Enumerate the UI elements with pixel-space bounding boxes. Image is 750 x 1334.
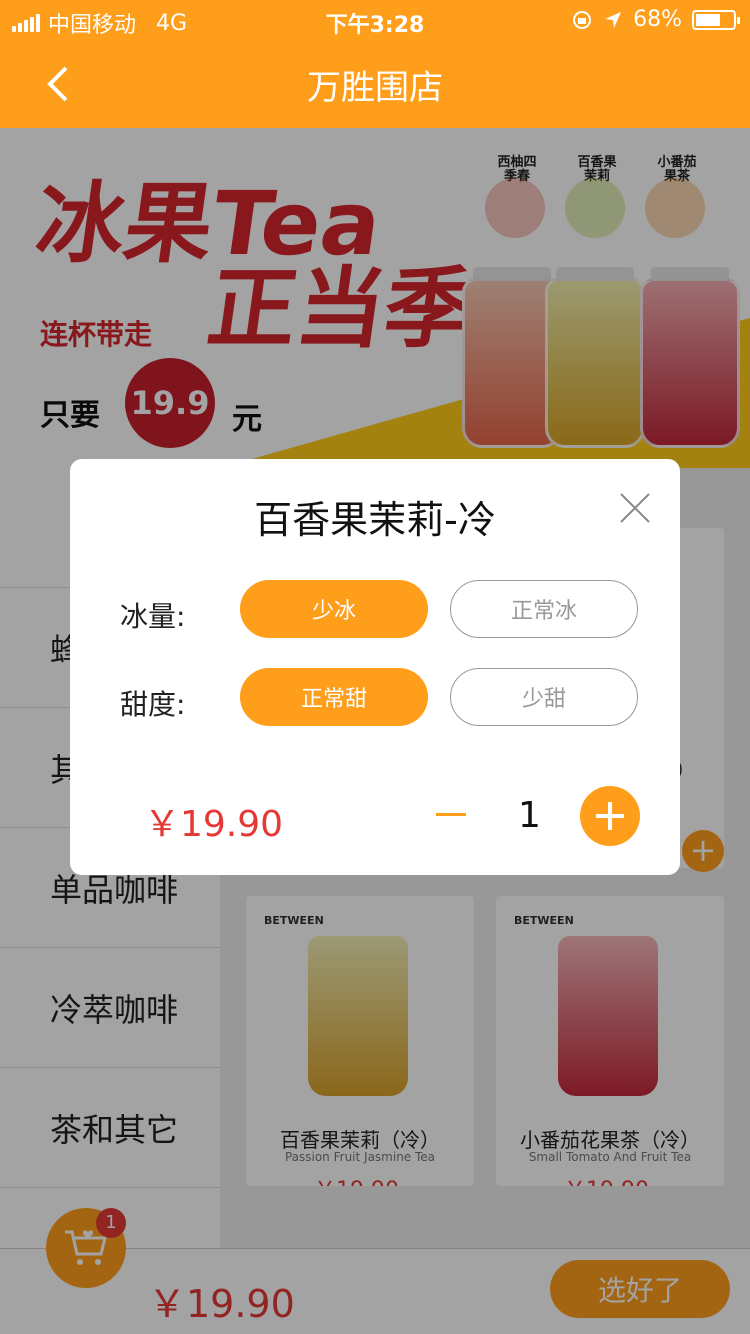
- sweetness-option-less[interactable]: 少甜: [450, 668, 638, 726]
- battery-icon: [692, 9, 740, 30]
- ice-option-normal[interactable]: 正常冰: [450, 580, 638, 638]
- ice-option-less[interactable]: 少冰: [240, 580, 428, 638]
- sweetness-label: 甜度:: [120, 688, 186, 721]
- quantity-value: 1: [518, 795, 541, 836]
- page-title: 万胜围店: [307, 68, 443, 108]
- status-bar: 中国移动 4G 下午3:28 68%: [0, 0, 750, 40]
- sweetness-option-normal[interactable]: 正常甜: [240, 668, 428, 726]
- location-icon: [605, 11, 622, 28]
- close-icon[interactable]: [618, 491, 652, 525]
- battery-percent: 68%: [633, 7, 682, 32]
- increase-quantity-button[interactable]: [580, 786, 640, 846]
- rotation-lock-icon: [573, 10, 592, 29]
- dialog-title: 百香果茉莉-冷: [254, 498, 496, 542]
- options-dialog: 百香果茉莉-冷 冰量: 少冰 正常冰 甜度: 正常甜 少甜 ￥19.90 1: [70, 459, 680, 875]
- dialog-price: ￥19.90: [144, 804, 284, 845]
- ice-label: 冰量:: [120, 600, 186, 633]
- decrease-quantity-button[interactable]: [436, 813, 466, 816]
- nav-bar: 万胜围店: [0, 40, 750, 128]
